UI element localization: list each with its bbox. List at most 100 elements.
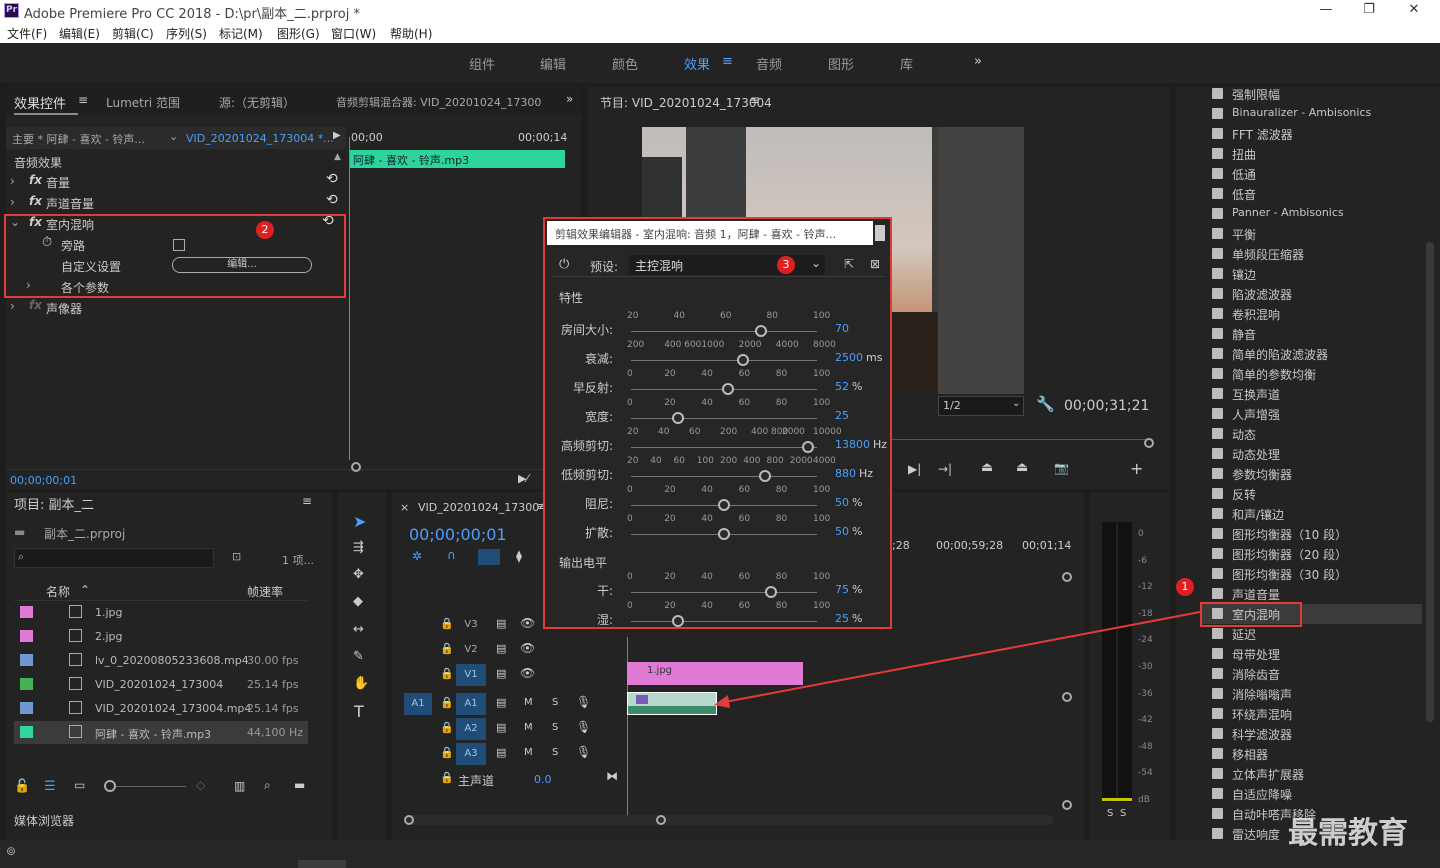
menu-edit[interactable]: 编辑(E) [59, 25, 100, 42]
save-preset-icon[interactable]: ⇱ [844, 257, 854, 271]
effect-item[interactable]: 静音 [1202, 324, 1422, 344]
param-slider[interactable]: 0 20 40 60 80 100 [627, 485, 830, 515]
go-to-end-icon[interactable]: ⧓ [606, 769, 618, 783]
track-target[interactable]: V2 [456, 639, 486, 661]
expand-icon[interactable]: › [10, 299, 15, 313]
menu-clip[interactable]: 剪辑(C) [112, 25, 154, 42]
slider-knob[interactable] [801, 441, 814, 453]
chevron-down-icon[interactable]: ⌄ [169, 130, 178, 143]
menu-sequence[interactable]: 序列(S) [166, 25, 207, 42]
workspace-audio[interactable]: 音频 [756, 54, 782, 73]
track-lock-icon[interactable]: 🔒 [440, 667, 454, 680]
sync-lock-icon[interactable]: ▤ [496, 617, 506, 630]
label-color-swatch[interactable] [20, 630, 33, 642]
effect-item[interactable]: 图形均衡器（30 段） [1202, 564, 1422, 584]
restore-button[interactable]: ❐ [1361, 2, 1377, 18]
scroll-handle[interactable] [351, 462, 361, 472]
track-target[interactable]: A3 [456, 743, 486, 765]
slider-knob[interactable] [671, 412, 684, 424]
effect-item[interactable]: Panner - Ambisonics [1202, 204, 1422, 224]
new-bin-icon[interactable]: ⊡ [232, 550, 241, 563]
solo-left[interactable]: S [1107, 808, 1113, 819]
fx-icon[interactable]: fx [29, 194, 42, 208]
effect-item[interactable]: 陷波滤波器 [1202, 284, 1422, 304]
effect-item[interactable]: 低音 [1202, 184, 1422, 204]
project-item[interactable]: 阿肆 - 喜欢 - 铃声.mp3 44,100 Hz [14, 721, 308, 744]
effect-item[interactable]: 反转 [1202, 484, 1422, 504]
param-value[interactable]: 13800 Hz [835, 438, 887, 451]
hand-tool-icon[interactable]: ✋ [353, 676, 369, 691]
label-color-swatch[interactable] [20, 702, 33, 714]
razor-tool-icon[interactable]: ◆ [353, 594, 363, 609]
param-value-number[interactable]: 13800 [835, 438, 870, 451]
slider-knob[interactable] [758, 470, 771, 482]
menu-graphics[interactable]: 图形(G) [277, 25, 320, 42]
solo-button[interactable]: S [552, 747, 558, 758]
param-slider[interactable]: 0 20 40 60 80 100 [627, 369, 830, 399]
icon-view-icon[interactable]: ▭ [74, 778, 85, 792]
timeline-timecode[interactable]: 00;00;00;01 [409, 525, 507, 544]
effect-item[interactable]: 互换声道 [1202, 384, 1422, 404]
track-lock-icon[interactable]: 🔒 [440, 771, 454, 784]
source-patch-a1[interactable]: A1 [404, 693, 432, 715]
project-search-input[interactable] [14, 548, 214, 568]
param-value[interactable]: 25 [835, 409, 852, 422]
zoom-slider-handle[interactable] [104, 780, 116, 792]
param-value-number[interactable]: 50 [835, 525, 849, 538]
param-slider[interactable]: 0 20 40 60 80 100 [627, 514, 830, 544]
track-target[interactable]: A1 [456, 693, 486, 715]
workspace-color[interactable]: 颜色 [612, 54, 638, 73]
workspace-effects[interactable]: 效果 [684, 54, 710, 73]
effect-panner[interactable]: 声像器 [46, 300, 82, 317]
sync-lock-icon[interactable]: ▤ [496, 667, 506, 680]
lock-icon[interactable]: 🔓 [14, 779, 30, 794]
track-select-tool-icon[interactable]: ⇶ [353, 540, 364, 555]
param-slider[interactable]: 0 20 40 60 80 100 [627, 572, 830, 602]
slider-knob[interactable] [755, 325, 768, 337]
menu-marker[interactable]: 标记(M) [219, 25, 263, 42]
camera-icon[interactable]: 📷 [1054, 461, 1069, 475]
slider-knob[interactable] [721, 383, 734, 395]
effect-item[interactable]: 移相器 [1202, 744, 1422, 764]
chevron-down-icon[interactable]: ⌄ [1012, 398, 1020, 409]
effect-item[interactable]: 扭曲 [1202, 144, 1422, 164]
effect-item[interactable]: 参数均衡器 [1202, 464, 1422, 484]
solo-button[interactable]: S [552, 722, 558, 733]
param-value[interactable]: 75% [835, 583, 862, 596]
workspace-libraries[interactable]: 库 [900, 54, 913, 73]
solo-button[interactable]: S [552, 697, 558, 708]
param-value[interactable]: 52% [835, 380, 862, 393]
list-view-icon[interactable]: ☰ [44, 779, 56, 794]
param-value-number[interactable]: 880 [835, 467, 856, 480]
extract-icon[interactable]: ⏏ [1016, 460, 1028, 475]
param-value[interactable]: 880 Hz [835, 467, 873, 480]
effect-item[interactable]: 图形均衡器（10 段） [1202, 524, 1422, 544]
program-scrub-bar[interactable] [888, 439, 1150, 447]
mute-button[interactable]: M [524, 722, 533, 733]
param-value[interactable]: 70 [835, 322, 852, 335]
project-item[interactable]: VID_20201024_173004.mp4 25.14 fps [14, 697, 308, 720]
effect-channel-volume[interactable]: 声道音量 [46, 195, 94, 212]
eye-icon[interactable]: 👁 [520, 641, 535, 655]
workspace-menu-icon[interactable]: ≡ [722, 54, 733, 69]
media-browser-tab[interactable]: 媒体浏览器 [14, 812, 74, 829]
sync-lock-icon[interactable]: ▤ [496, 746, 506, 759]
project-item[interactable]: 2.jpg [14, 625, 308, 648]
effects-scrollbar[interactable] [1426, 242, 1434, 722]
param-slider[interactable]: 0 20 40 60 80 100 [627, 398, 830, 428]
play-icon[interactable]: ▶| [908, 462, 921, 476]
panel-more-icon[interactable]: » [566, 92, 573, 106]
mute-button[interactable]: M [524, 697, 533, 708]
eye-icon[interactable]: 👁 [520, 666, 535, 680]
effect-item[interactable]: 延迟 [1202, 624, 1422, 644]
tab-menu-icon[interactable]: ≡ [78, 93, 88, 107]
track-lock-icon[interactable]: 🔒 [440, 696, 454, 709]
param-value-number[interactable]: 50 [835, 496, 849, 509]
sequence-tab[interactable]: VID_20201024_173004 [418, 501, 546, 514]
ripple-edit-tool-icon[interactable]: ✥ [353, 567, 364, 582]
tab-effect-controls[interactable]: 效果控件 [14, 93, 66, 112]
sync-lock-icon[interactable]: ▤ [496, 721, 506, 734]
track-lock-icon[interactable]: 🔒 [440, 642, 454, 655]
tab-audio-clip-mixer[interactable]: 音频剪辑混合器: VID_20201024_17300 [336, 94, 541, 110]
lift-icon[interactable]: ⏏ [981, 460, 993, 475]
